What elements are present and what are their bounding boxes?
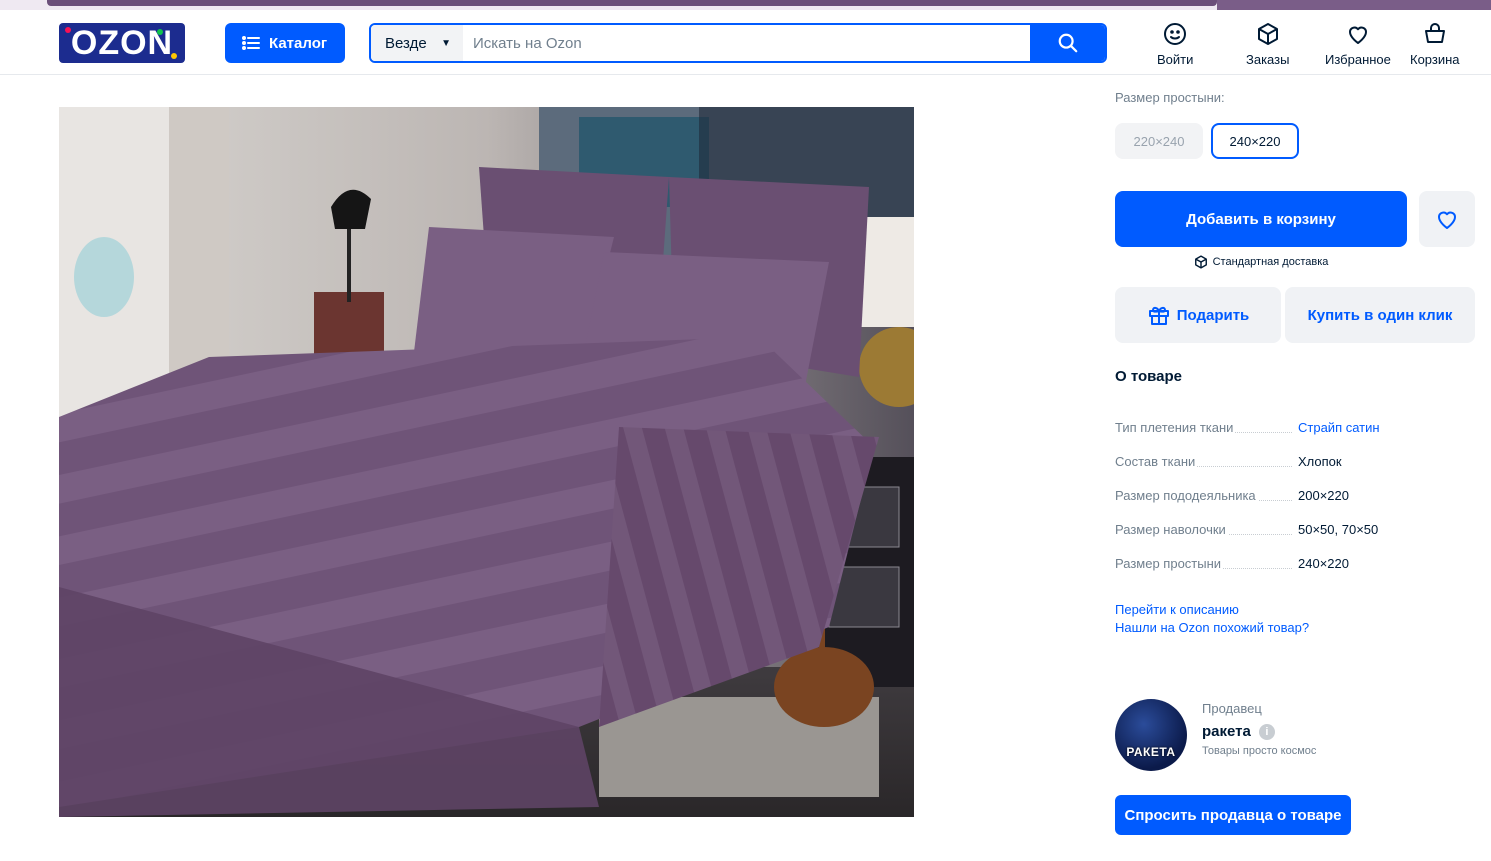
search-button[interactable] <box>1030 25 1105 61</box>
catalog-label: Каталог <box>269 34 328 52</box>
seller-card: РАКЕТА Продавец ракета i Товары просто к… <box>1115 699 1475 771</box>
add-to-cart-button[interactable]: Добавить в корзину <box>1115 191 1407 247</box>
logo-dot-yellow <box>171 53 177 59</box>
size-option-220x240[interactable]: 220×240 <box>1115 123 1203 159</box>
ozon-logo[interactable]: OZON <box>59 23 185 63</box>
info-icon[interactable]: i <box>1258 723 1275 740</box>
nav-cart[interactable]: Корзина <box>1410 22 1460 67</box>
product-links: Перейти к описанию Нашли на Ozon похожий… <box>1115 601 1309 637</box>
nav-login[interactable]: Войти <box>1157 22 1193 67</box>
bedding-illustration <box>59 107 914 817</box>
delivery-info: Стандартная доставка <box>1115 255 1407 269</box>
search-scope-label: Везде <box>385 34 427 52</box>
delivery-label: Стандартная доставка <box>1212 256 1329 268</box>
banner-bar-right <box>1217 0 1491 10</box>
basket-icon <box>1424 23 1445 43</box>
spec-row: Состав ткани Хлопок <box>1115 454 1475 488</box>
found-similar-link[interactable]: Нашли на Ozon похожий товар? <box>1115 619 1309 637</box>
seller-avatar-text: РАКЕТА <box>1126 745 1176 759</box>
box-icon <box>1257 23 1278 45</box>
spec-key: Размер наволочки <box>1115 522 1228 537</box>
gift-label: Подарить <box>1176 306 1250 324</box>
gift-button[interactable]: Подарить <box>1115 287 1281 343</box>
spec-list: Тип плетения ткани Страйп сатин Состав т… <box>1115 420 1475 590</box>
menu-list-icon <box>242 36 260 50</box>
heart-icon <box>1438 211 1456 229</box>
spec-row: Тип плетения ткани Страйп сатин <box>1115 420 1475 454</box>
seller-avatar[interactable]: РАКЕТА <box>1115 699 1187 771</box>
spec-row: Размер пододеяльника 200×220 <box>1115 488 1475 522</box>
heart-icon <box>1348 26 1367 44</box>
nav-cart-label: Корзина <box>1410 52 1460 67</box>
nav-login-label: Войти <box>1157 52 1194 67</box>
spec-value: Хлопок <box>1298 454 1342 469</box>
box-icon <box>1194 255 1207 269</box>
search-input[interactable] <box>463 25 1030 61</box>
search-bar: Везде ▼ <box>369 23 1107 63</box>
spec-row: Размер простыни 240×220 <box>1115 556 1475 590</box>
seller-name[interactable]: ракета <box>1202 723 1251 740</box>
caret-down-icon: ▼ <box>441 37 451 49</box>
spec-value: 240×220 <box>1298 556 1349 571</box>
search-scope-select[interactable]: Везде ▼ <box>371 25 463 61</box>
spec-key: Размер пододеяльника <box>1115 488 1258 503</box>
spec-value: 200×220 <box>1298 488 1349 503</box>
nav-favorites[interactable]: Избранное <box>1325 22 1391 67</box>
nav-favorites-label: Избранное <box>1325 52 1391 67</box>
seller-name-row: ракета i <box>1202 723 1275 740</box>
add-to-favorites-button[interactable] <box>1419 191 1475 247</box>
spec-key: Тип плетения ткани <box>1115 420 1236 435</box>
logo-dot-red <box>65 27 71 33</box>
size-label: Размер простыни: <box>1115 90 1225 105</box>
ask-seller-button[interactable]: Спросить продавца о товаре <box>1115 795 1351 835</box>
about-product-title: О товаре <box>1115 368 1183 385</box>
logo-dot-green <box>157 29 163 35</box>
spec-value: 50×50, 70×50 <box>1298 522 1379 537</box>
search-icon <box>1058 33 1077 53</box>
spec-key: Размер простыни <box>1115 556 1224 571</box>
catalog-button[interactable]: Каталог <box>225 23 345 63</box>
banner-bar <box>47 0 1217 6</box>
buy-one-click-button[interactable]: Купить в один клик <box>1285 287 1475 343</box>
spec-value-link[interactable]: Страйп сатин <box>1298 420 1380 435</box>
product-photo[interactable] <box>59 107 914 817</box>
nav-orders[interactable]: Заказы <box>1246 22 1289 67</box>
seller-label: Продавец <box>1202 701 1262 716</box>
site-header: OZON Каталог Везде ▼ Войти Заказы <box>0 10 1491 75</box>
gift-icon <box>1148 306 1169 325</box>
smile-icon <box>1164 23 1187 45</box>
go-to-description-link[interactable]: Перейти к описанию <box>1115 601 1309 619</box>
seller-tagline: Товары просто космос <box>1202 745 1317 757</box>
top-banner-strip <box>0 0 1491 10</box>
size-option-240x220[interactable]: 240×220 <box>1211 123 1299 159</box>
spec-row: Размер наволочки 50×50, 70×50 <box>1115 522 1475 556</box>
nav-orders-label: Заказы <box>1246 52 1290 67</box>
spec-key: Состав ткани <box>1115 454 1198 469</box>
